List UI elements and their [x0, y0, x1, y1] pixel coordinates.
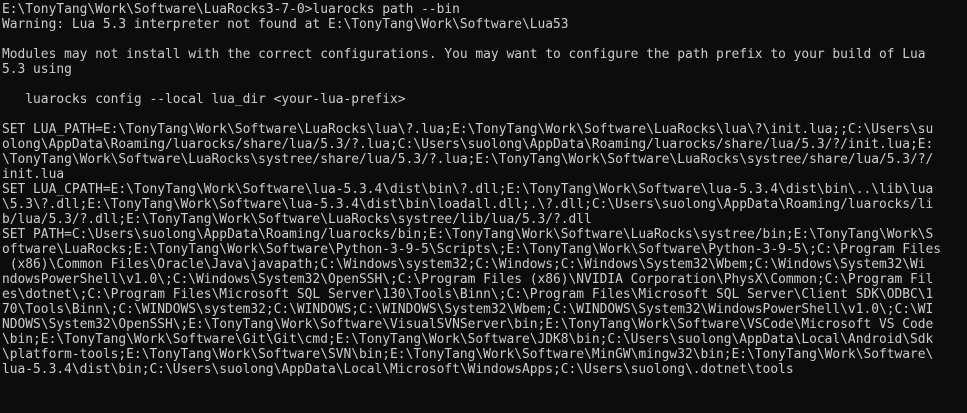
console-line: (x86)\Common Files\Oracle\Java\javapath;…	[2, 257, 926, 272]
console-line: SET PATH=C:\Users\suolong\AppData\Roamin…	[2, 227, 934, 242]
console-line: SET LUA_PATH=E:\TonyTang\Work\Software\L…	[2, 122, 934, 137]
console-line: 70\Tools\Binn\;C:\WINDOWS\system32;C:\WI…	[2, 302, 934, 317]
console-line: init.lua	[2, 167, 65, 182]
console-line: \TonyTang\Work\Software\LuaRocks\systree…	[2, 152, 934, 167]
console-line: luarocks config --local lua_dir <your-lu…	[2, 92, 406, 107]
console-line: Modules may not install with the correct…	[2, 47, 926, 62]
console-line: olong\AppData\Roaming/luarocks/share/lua…	[2, 137, 934, 152]
console-line: es\dotnet\;C:\Program Files\Microsoft SQ…	[2, 287, 934, 302]
console-line: SET LUA_CPATH=E:\TonyTang\Work\Software\…	[2, 182, 934, 197]
console-line: ndowsPowerShell\v1.0\;C:\Windows\System3…	[2, 272, 934, 287]
console-line: \5.3\?.dll;E:\TonyTang\Work\Software\lua…	[2, 197, 934, 212]
console-line: lua-5.3.4\dist\bin;C:\Users\suolong\AppD…	[2, 362, 794, 377]
console-line: NDOWS\System32\OpenSSH\;E:\TonyTang\Work…	[2, 317, 934, 332]
console-line: Warning: Lua 5.3 interpreter not found a…	[2, 17, 569, 32]
console-line: b/lua/5.3/?.dll;E:\TonyTang\Work\Softwar…	[2, 212, 592, 227]
console-line: \platform-tools;E:\TonyTang\Work\Softwar…	[2, 347, 934, 362]
console-output[interactable]: E:\TonyTang\Work\Software\LuaRocks3-7-0>…	[0, 0, 967, 413]
console-line: 5.3 using	[2, 62, 72, 77]
console-line: \bin;E:\TonyTang\Work\Software\Git\Git\c…	[2, 332, 934, 347]
console-line: E:\TonyTang\Work\Software\LuaRocks3-7-0>…	[2, 2, 460, 17]
console-line: oftware\LuaRocks;E:\TonyTang\Work\Softwa…	[2, 242, 942, 257]
